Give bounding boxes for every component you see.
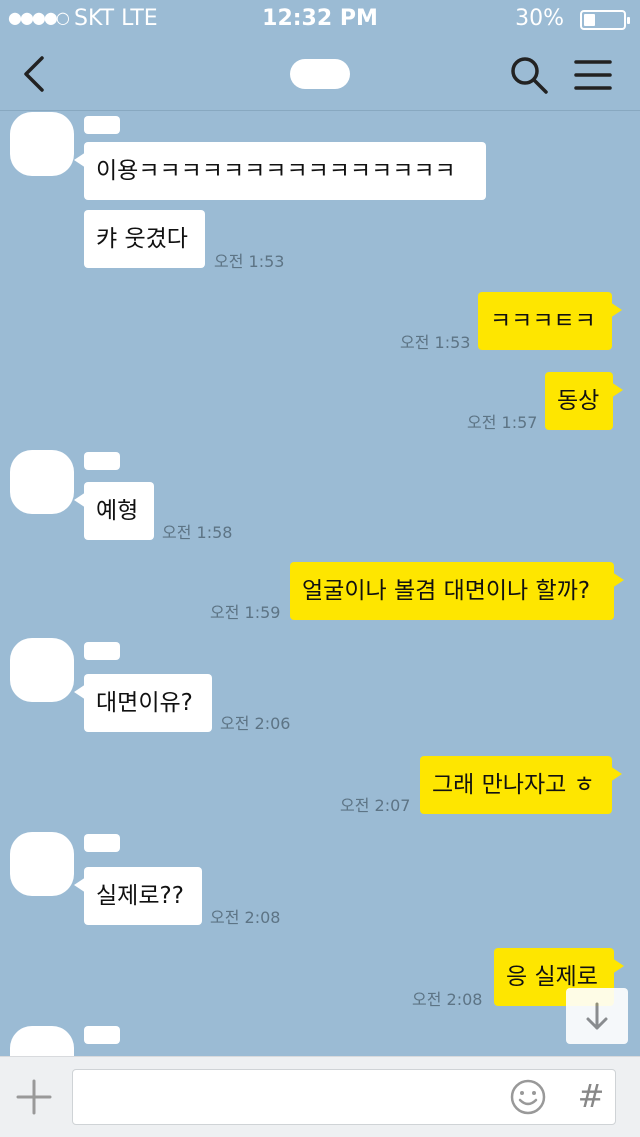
message-bubble-outgoing[interactable]: 얼굴이나 볼겸 대면이나 할까? [290, 562, 624, 620]
avatar[interactable] [10, 832, 74, 896]
message-timestamp: 오전 2:07 [340, 796, 411, 815]
message-timestamp: 오전 1:59 [210, 603, 281, 622]
emoji-button[interactable] [509, 1078, 547, 1116]
avatar[interactable] [10, 112, 74, 176]
message-timestamp: 오전 1:57 [467, 413, 538, 432]
message-timestamp: 오전 1:53 [214, 252, 285, 271]
message-bubble-outgoing[interactable]: 동상 [545, 372, 623, 430]
sender-name-redacted [84, 1026, 120, 1044]
emoji-icon [510, 1079, 546, 1115]
chat-area[interactable]: 이용ㅋㅋㅋㅋㅋㅋㅋㅋㅋㅋㅋㅋㅋㅋㅋ 캬 웃겼다 오전 1:53 오전 1:53 … [0, 110, 640, 1056]
status-bar: ●●●●○ SKT LTE 12:32 PM 30% [0, 0, 640, 40]
sender-name-redacted [84, 452, 120, 470]
message-bubble-outgoing[interactable]: 그래 만나자고 ㅎ [420, 756, 622, 814]
search-icon [511, 57, 548, 94]
hamburger-menu-icon [574, 60, 612, 90]
arrow-down-icon [586, 1002, 608, 1030]
battery-level [584, 14, 595, 26]
hash-search-button[interactable]: # [573, 1076, 609, 1116]
message-bubble-incoming[interactable]: 대면이유? [74, 674, 212, 732]
message-bubble-incoming[interactable]: 이용ㅋㅋㅋㅋㅋㅋㅋㅋㅋㅋㅋㅋㅋㅋㅋ [74, 142, 486, 200]
message-timestamp: 오전 1:53 [400, 333, 471, 352]
message-timestamp: 오전 2:06 [220, 714, 291, 733]
avatar[interactable] [10, 1026, 74, 1056]
chat-header [0, 40, 640, 111]
sender-name-redacted [84, 834, 120, 852]
avatar[interactable] [10, 450, 74, 514]
message-bubble-incoming[interactable]: 예형 [74, 482, 154, 540]
menu-button[interactable] [572, 54, 614, 96]
message-timestamp: 오전 1:58 [162, 523, 233, 542]
redacted-name [290, 58, 350, 89]
message-input[interactable] [83, 1078, 497, 1118]
avatar[interactable] [10, 638, 74, 702]
search-button[interactable] [508, 54, 550, 96]
message-timestamp: 오전 2:08 [412, 990, 483, 1009]
attach-button[interactable] [14, 1077, 54, 1117]
battery-percent: 30% [515, 6, 564, 31]
message-input-bar: # [0, 1056, 640, 1137]
plus-icon [16, 1079, 52, 1115]
message-timestamp: 오전 2:08 [210, 908, 281, 927]
sender-name-redacted [84, 116, 120, 134]
message-bubble-incoming[interactable]: 실제로?? [74, 867, 202, 925]
message-input-container: # [72, 1069, 616, 1125]
sender-name-redacted [84, 642, 120, 660]
message-bubble-outgoing[interactable]: ㅋㅋㅋㅌㅋ [478, 292, 622, 350]
battery-icon [580, 10, 630, 30]
message-bubble-incoming[interactable]: 캬 웃겼다 [84, 210, 205, 268]
scroll-to-bottom-button[interactable] [566, 988, 628, 1044]
